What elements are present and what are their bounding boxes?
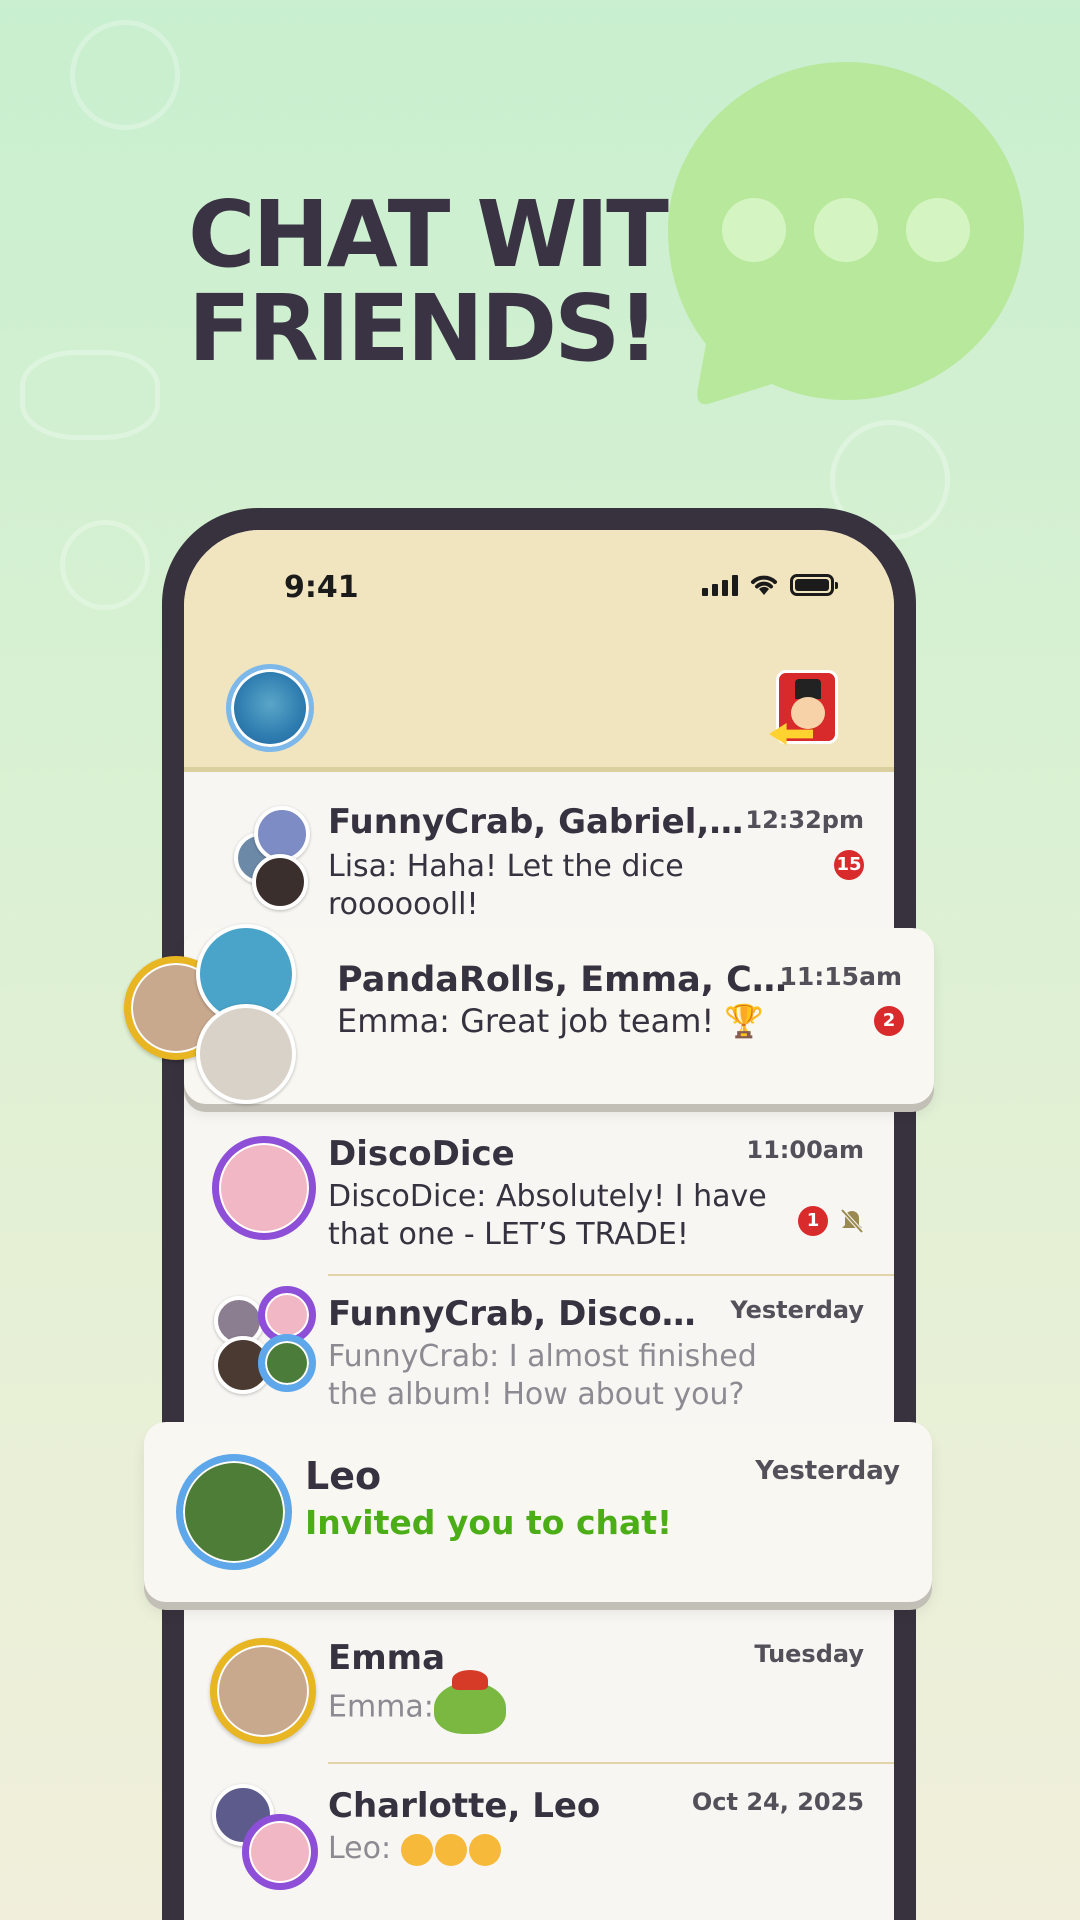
avatar xyxy=(196,1004,296,1104)
chat-row[interactable]: Charlotte, Leo Leo: Oct 24, 2025 xyxy=(184,1764,894,1920)
chat-name: Emma xyxy=(328,1638,446,1678)
chat-row[interactable]: FunnyCrab, DiscoDice,… FunnyCrab: I almo… xyxy=(184,1276,894,1446)
chat-time: Yesterday xyxy=(755,1456,900,1486)
avatar xyxy=(210,1638,316,1744)
background-doodle xyxy=(60,520,150,610)
chat-message: FunnyCrab: I almost finished the album! … xyxy=(328,1339,757,1412)
unread-badge: 15 xyxy=(834,850,864,880)
chat-message-prefix: Leo: xyxy=(328,1831,392,1866)
headline-line-2: FRIENDS! xyxy=(188,275,659,382)
chat-message: Leo: xyxy=(328,1830,788,1868)
chat-message: DiscoDice: Absolutely! I have that one -… xyxy=(328,1179,767,1252)
avatar xyxy=(242,1814,318,1890)
chat-message: Emma: Great job team! 🏆 xyxy=(337,1002,807,1040)
background-doodle xyxy=(70,20,180,130)
headline: CHAT WITH FRIENDS! xyxy=(188,188,748,376)
party-face-emoji xyxy=(468,1833,501,1866)
chat-time: 11:15am xyxy=(779,962,903,991)
top-bar: 9:41 xyxy=(184,530,894,772)
signal-icon xyxy=(702,574,738,596)
phone-screen: 9:41 FunnyCrab, Gabriel, Lisa Lisa: Haha… xyxy=(184,530,894,1920)
avatar xyxy=(258,1334,316,1392)
chat-time: Tuesday xyxy=(754,1640,864,1668)
unread-badge: 1 xyxy=(798,1206,828,1236)
party-face-emoji xyxy=(434,1833,467,1866)
unread-badge: 2 xyxy=(874,1006,904,1036)
chat-row[interactable]: Emma Emma: Tuesday xyxy=(184,1612,894,1772)
chat-name: FunnyCrab, DiscoDice,… xyxy=(328,1294,708,1334)
profile-avatar-button[interactable] xyxy=(226,664,314,752)
chat-message: Invited you to chat! xyxy=(305,1503,673,1542)
cactus-sticker xyxy=(433,1670,506,1734)
chat-time: Oct 24, 2025 xyxy=(691,1788,864,1816)
avatar xyxy=(212,1136,316,1240)
chat-name: Charlotte, Leo xyxy=(328,1786,601,1826)
chat-message: Emma: xyxy=(328,1670,788,1734)
headline-line-1: CHAT WITH xyxy=(188,181,743,288)
chat-message-prefix: Emma: xyxy=(328,1689,434,1725)
mute-bell-icon xyxy=(840,1208,864,1234)
chat-name: Leo xyxy=(305,1454,382,1498)
chat-time: 12:32pm xyxy=(745,806,864,834)
chat-bubble-icon xyxy=(668,62,1024,405)
party-face-emoji xyxy=(400,1833,433,1866)
chat-message-text: Emma: Great job team! 🏆 xyxy=(337,1002,765,1040)
background-doodle xyxy=(20,350,160,440)
avatar xyxy=(176,1454,292,1570)
chat-row-highlighted[interactable]: Leo Invited you to chat! Yesterday xyxy=(144,1422,932,1602)
chat-name: FunnyCrab, Gabriel, Lisa xyxy=(328,802,748,842)
status-icons xyxy=(702,574,838,596)
status-time: 9:41 xyxy=(284,570,359,605)
chat-row[interactable]: DiscoDice DiscoDice: Absolutely! I have … xyxy=(184,1112,894,1272)
chat-name: DiscoDice xyxy=(328,1134,515,1174)
avatar xyxy=(252,854,308,910)
chat-row-highlighted[interactable]: PandaRolls, Emma, Charl… Emma: Great job… xyxy=(184,928,934,1104)
chat-time: Yesterday xyxy=(730,1296,864,1324)
chat-row[interactable]: FunnyCrab, Gabriel, Lisa Lisa: Haha! Let… xyxy=(184,776,894,936)
back-to-game-button[interactable] xyxy=(769,670,838,745)
wifi-icon xyxy=(751,575,777,595)
battery-icon xyxy=(790,574,838,596)
chat-name: PandaRolls, Emma, Charl… xyxy=(337,960,787,1000)
chat-time: 11:00am xyxy=(746,1136,864,1164)
chat-message: Lisa: Haha! Let the dice rooooooll! xyxy=(328,849,684,922)
